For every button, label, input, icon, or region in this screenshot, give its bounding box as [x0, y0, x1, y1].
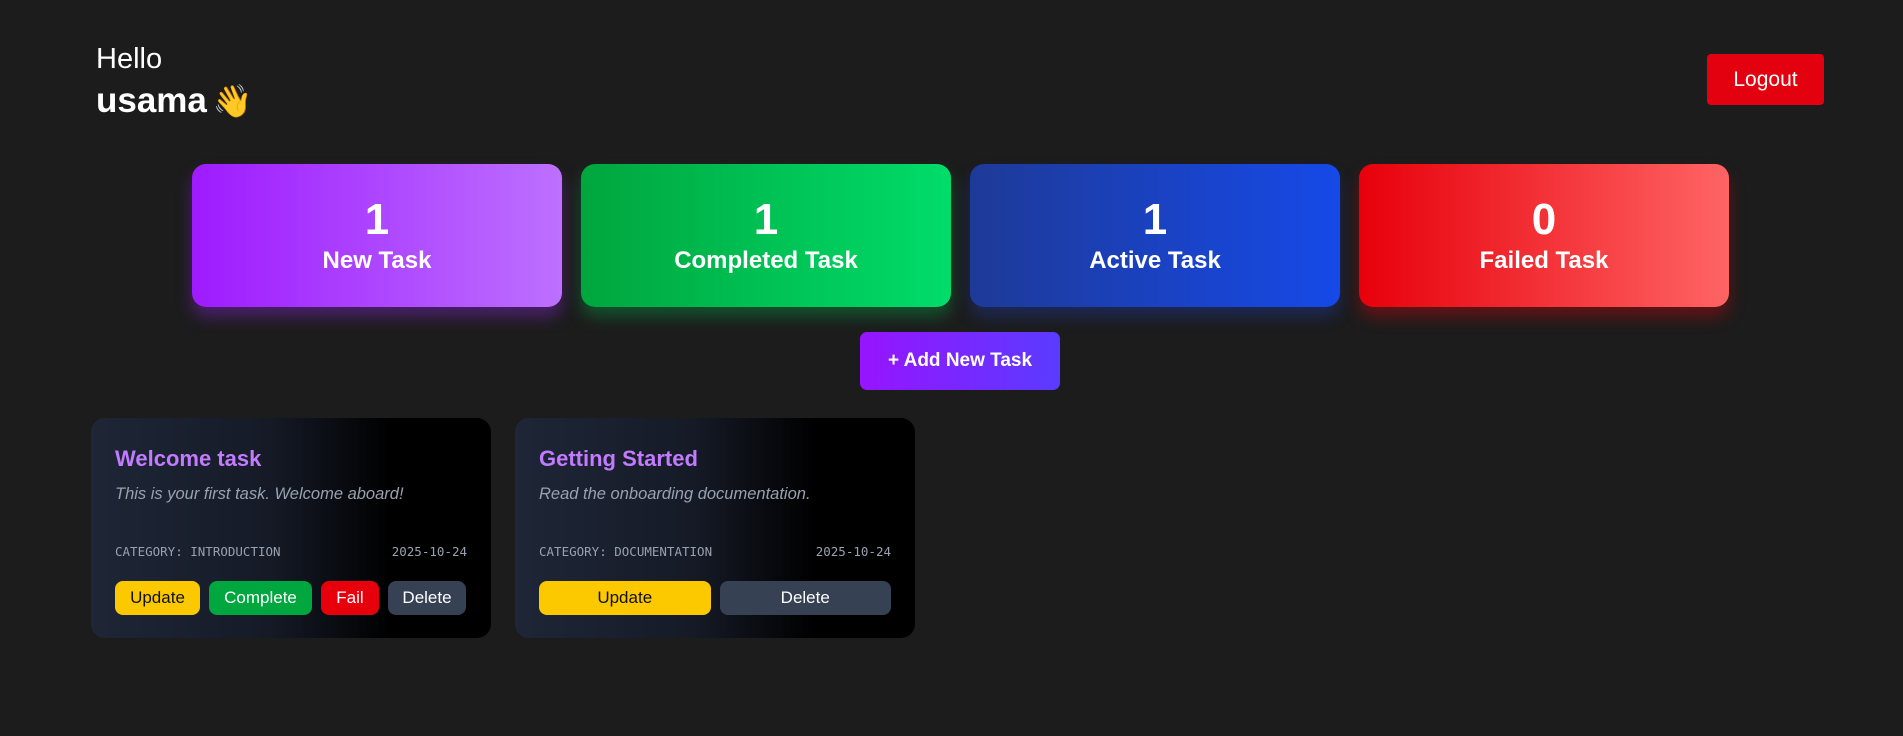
task-actions: Update Complete Fail Delete [115, 581, 467, 615]
add-new-task-button[interactable]: + Add New Task [860, 332, 1060, 390]
stat-card-completed-task: 1 Completed Task [581, 164, 951, 307]
stat-label: New Task [322, 246, 432, 274]
task-meta: CATEGORY: DOCUMENTATION 2025-10-24 [539, 544, 891, 559]
logout-button[interactable]: Logout [1707, 54, 1824, 105]
task-title: Getting Started [539, 446, 698, 471]
update-button[interactable]: Update [539, 581, 711, 615]
stat-count: 1 [753, 194, 779, 244]
stat-label: Completed Task [674, 246, 858, 274]
task-actions: Update Delete [539, 581, 891, 615]
task-date: 2025-10-24 [391, 544, 467, 559]
task-stats: 1 New Task 1 Completed Task 1 Active Tas… [192, 164, 1729, 307]
username-row: usama 👋 [96, 80, 253, 122]
stat-count: 1 [364, 194, 390, 244]
greeting: Hello usama 👋 [96, 42, 253, 122]
task-category: CATEGORY: INTRODUCTION [115, 544, 281, 559]
task-list: Welcome task This is your first task. We… [91, 418, 915, 638]
update-button[interactable]: Update [115, 581, 200, 615]
task-card: Getting Started Read the onboarding docu… [515, 418, 915, 638]
task-description: Read the onboarding documentation. [539, 485, 811, 503]
dashboard-page: Hello usama 👋 Logout 1 New Task 1 Comple… [0, 0, 1903, 736]
fail-button[interactable]: Fail [321, 581, 379, 615]
complete-button[interactable]: Complete [209, 581, 312, 615]
stat-card-new-task: 1 New Task [192, 164, 562, 307]
stat-count: 0 [1531, 194, 1557, 244]
stat-card-active-task: 1 Active Task [970, 164, 1340, 307]
waving-hand-icon: 👋 [212, 83, 253, 119]
username: usama [96, 81, 207, 120]
task-title: Welcome task [115, 446, 262, 471]
greeting-hello: Hello [96, 43, 163, 75]
stat-label: Active Task [1089, 246, 1221, 274]
task-meta: CATEGORY: INTRODUCTION 2025-10-24 [115, 544, 467, 559]
task-date: 2025-10-24 [815, 544, 891, 559]
delete-button[interactable]: Delete [388, 581, 466, 615]
task-description: This is your first task. Welcome aboard! [115, 485, 404, 503]
task-card: Welcome task This is your first task. We… [91, 418, 491, 638]
stat-count: 1 [1142, 194, 1168, 244]
task-category: CATEGORY: DOCUMENTATION [539, 544, 713, 559]
delete-button[interactable]: Delete [719, 581, 891, 615]
stat-card-failed-task: 0 Failed Task [1359, 164, 1729, 307]
stat-label: Failed Task [1479, 246, 1609, 274]
